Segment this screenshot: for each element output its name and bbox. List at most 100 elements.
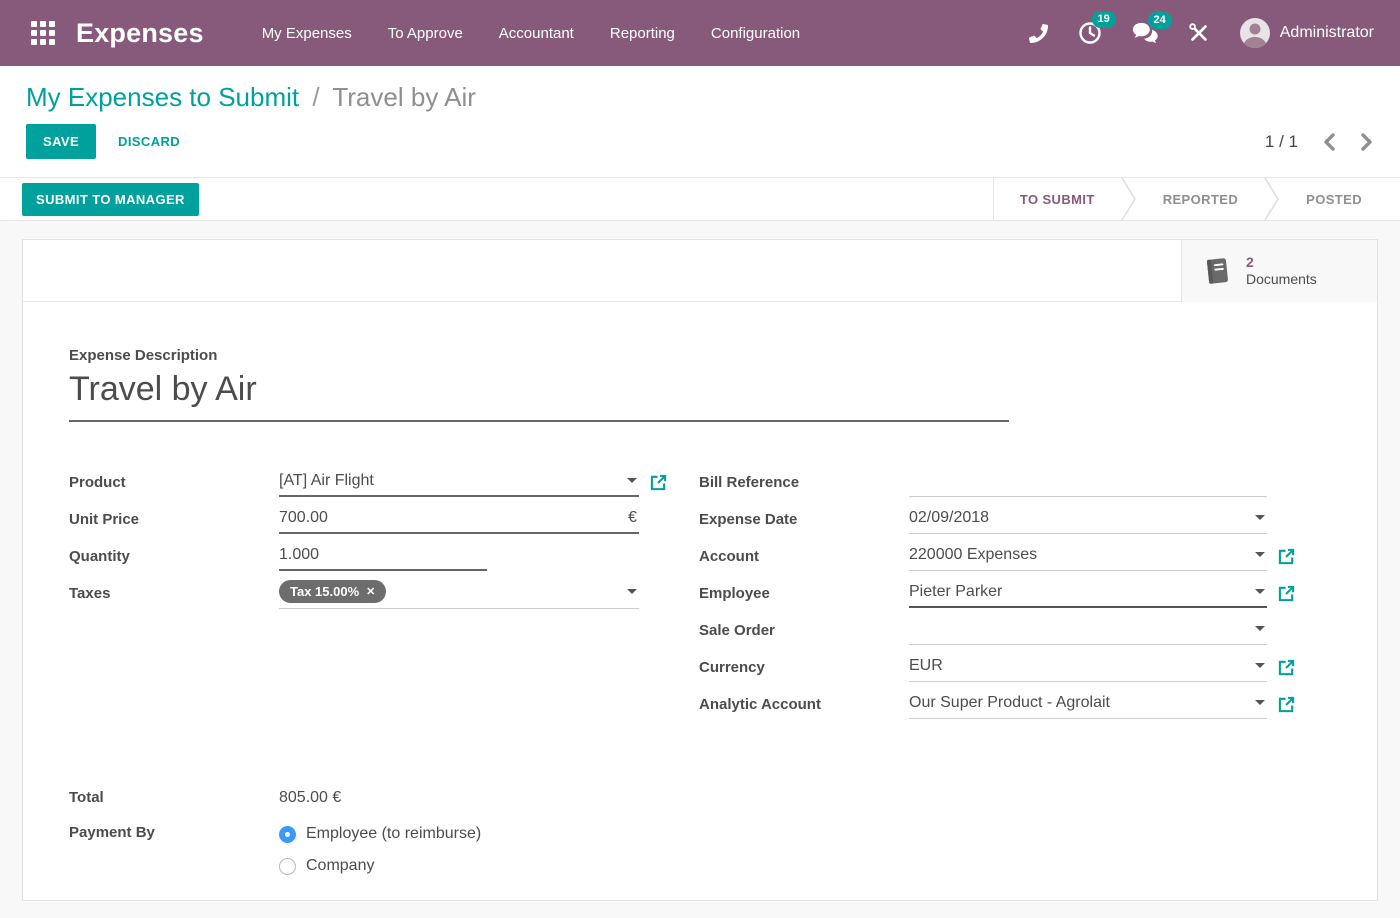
app-title[interactable]: Expenses (76, 18, 204, 49)
avatar (1240, 18, 1270, 48)
card-header: 2 Documents (23, 240, 1377, 302)
dropdown-caret-icon[interactable] (1255, 552, 1265, 557)
dropdown-caret-icon[interactable] (1255, 589, 1265, 594)
pager: 1 / 1 (1265, 132, 1374, 152)
bill-reference-input[interactable] (909, 469, 1267, 497)
status-step-to-submit[interactable]: TO SUBMIT (994, 178, 1121, 220)
quantity-value: 1.000 (279, 546, 485, 564)
dropdown-caret-icon[interactable] (627, 478, 637, 483)
payment-option-employee-label: Employee (to reimburse) (306, 825, 481, 843)
currency-external-link-button[interactable] (1278, 659, 1295, 676)
menu-my-expenses[interactable]: My Expenses (262, 25, 352, 42)
documents-stat-button[interactable]: 2 Documents (1181, 240, 1377, 302)
analytic-account-value: Our Super Product - Agrolait (909, 694, 1247, 712)
sale-order-input[interactable] (909, 617, 1267, 645)
apps-grid-icon (31, 21, 55, 45)
unit-price-input[interactable]: 700.00 € (279, 506, 639, 534)
expense-date-label: Expense Date (699, 511, 909, 528)
currency-value: EUR (909, 657, 1247, 675)
status-step-posted[interactable]: POSTED (1280, 178, 1388, 220)
breadcrumb-current: Travel by Air (332, 82, 476, 112)
employee-external-link-button[interactable] (1278, 585, 1295, 602)
account-input[interactable]: 220000 Expenses (909, 543, 1267, 571)
product-label: Product (69, 474, 279, 491)
step-arrow-icon (1264, 178, 1280, 220)
breadcrumb-parent[interactable]: My Expenses to Submit (26, 82, 299, 112)
bill-reference-label: Bill Reference (699, 474, 909, 491)
menu-reporting[interactable]: Reporting (610, 25, 675, 42)
message-count-badge: 24 (1148, 12, 1172, 29)
currency-input[interactable]: EUR (909, 654, 1267, 682)
taxes-row: Taxes Tax 15.00% ✕ (69, 577, 699, 610)
quantity-label: Quantity (69, 548, 279, 565)
breadcrumb: My Expenses to Submit / Travel by Air (26, 78, 1374, 116)
expense-date-row: Expense Date 02/09/2018 (699, 503, 1331, 536)
total-row: Total 805.00 € (69, 781, 1331, 814)
taxes-input[interactable]: Tax 15.00% ✕ (279, 578, 639, 609)
stat-text: 2 Documents (1246, 254, 1317, 288)
user-menu[interactable]: Administrator (1240, 18, 1374, 48)
external-link-icon (1278, 659, 1295, 676)
analytic-account-input[interactable]: Our Super Product - Agrolait (909, 691, 1267, 719)
chevron-right-icon (1360, 133, 1374, 151)
tag-remove-icon[interactable]: ✕ (366, 585, 375, 598)
pager-previous-button[interactable] (1322, 133, 1336, 151)
quantity-input[interactable]: 1.000 (279, 543, 487, 571)
messages-button[interactable]: 24 (1132, 22, 1158, 44)
tax-tag-label: Tax 15.00% (290, 584, 359, 599)
documents-label: Documents (1246, 271, 1317, 288)
phone-button[interactable] (1029, 24, 1048, 43)
breadcrumb-separator: / (306, 82, 325, 112)
discard-button[interactable]: DISCARD (118, 134, 180, 149)
expense-description-label: Expense Description (69, 347, 1331, 364)
dropdown-caret-icon[interactable] (1255, 663, 1265, 668)
dropdown-caret-icon[interactable] (1255, 700, 1265, 705)
external-link-icon (1278, 548, 1295, 565)
pager-next-button[interactable] (1360, 133, 1374, 151)
currency-suffix: € (628, 509, 637, 527)
activity-count-badge: 19 (1092, 11, 1116, 28)
save-button[interactable]: SAVE (26, 124, 96, 159)
radio-unselected-icon[interactable] (279, 858, 296, 875)
unit-price-value: 700.00 (279, 509, 628, 527)
payment-option-company[interactable]: Company (279, 850, 481, 882)
total-label: Total (69, 789, 279, 806)
product-external-link-button[interactable] (650, 474, 667, 491)
tools-button[interactable] (1188, 22, 1210, 44)
product-input[interactable]: [AT] Air Flight (279, 469, 639, 497)
account-value: 220000 Expenses (909, 546, 1247, 564)
employee-input[interactable]: Pieter Parker (909, 580, 1267, 608)
menu-configuration[interactable]: Configuration (711, 25, 800, 42)
sale-order-row: Sale Order (699, 614, 1331, 647)
apps-menu-button[interactable] (26, 16, 60, 50)
step-arrow-icon (1121, 178, 1137, 220)
dropdown-caret-icon[interactable] (1255, 515, 1265, 520)
chevron-left-icon (1322, 133, 1336, 151)
menu-to-approve[interactable]: To Approve (388, 25, 463, 42)
payment-option-employee[interactable]: Employee (to reimburse) (279, 818, 481, 850)
expense-description-input[interactable]: Travel by Air (69, 370, 1009, 422)
book-icon (1201, 255, 1234, 288)
status-steps: TO SUBMIT REPORTED POSTED (993, 178, 1400, 220)
radio-selected-icon[interactable] (279, 826, 296, 843)
analytic-account-external-link-button[interactable] (1278, 696, 1295, 713)
payment-by-label: Payment By (69, 818, 279, 882)
systray: 19 24 Administrator (1029, 18, 1374, 48)
account-label: Account (699, 548, 909, 565)
menu-accountant[interactable]: Accountant (499, 25, 574, 42)
account-row: Account 220000 Expenses (699, 540, 1331, 573)
totals-section: Total 805.00 € Payment By Employee (to r… (69, 781, 1331, 882)
payment-options: Employee (to reimburse) Company (279, 818, 481, 882)
user-name: Administrator (1280, 24, 1374, 42)
activities-button[interactable]: 19 (1078, 21, 1102, 45)
submit-to-manager-button[interactable]: SUBMIT TO MANAGER (22, 183, 199, 216)
expense-date-value: 02/09/2018 (909, 509, 1247, 527)
dropdown-caret-icon[interactable] (627, 589, 637, 594)
expense-date-input[interactable]: 02/09/2018 (909, 506, 1267, 534)
documents-count: 2 (1246, 254, 1317, 271)
account-external-link-button[interactable] (1278, 548, 1295, 565)
top-navbar: Expenses My Expenses To Approve Accounta… (0, 0, 1400, 66)
status-step-reported[interactable]: REPORTED (1137, 178, 1264, 220)
dropdown-caret-icon[interactable] (1255, 626, 1265, 631)
tax-tag: Tax 15.00% ✕ (279, 580, 386, 603)
